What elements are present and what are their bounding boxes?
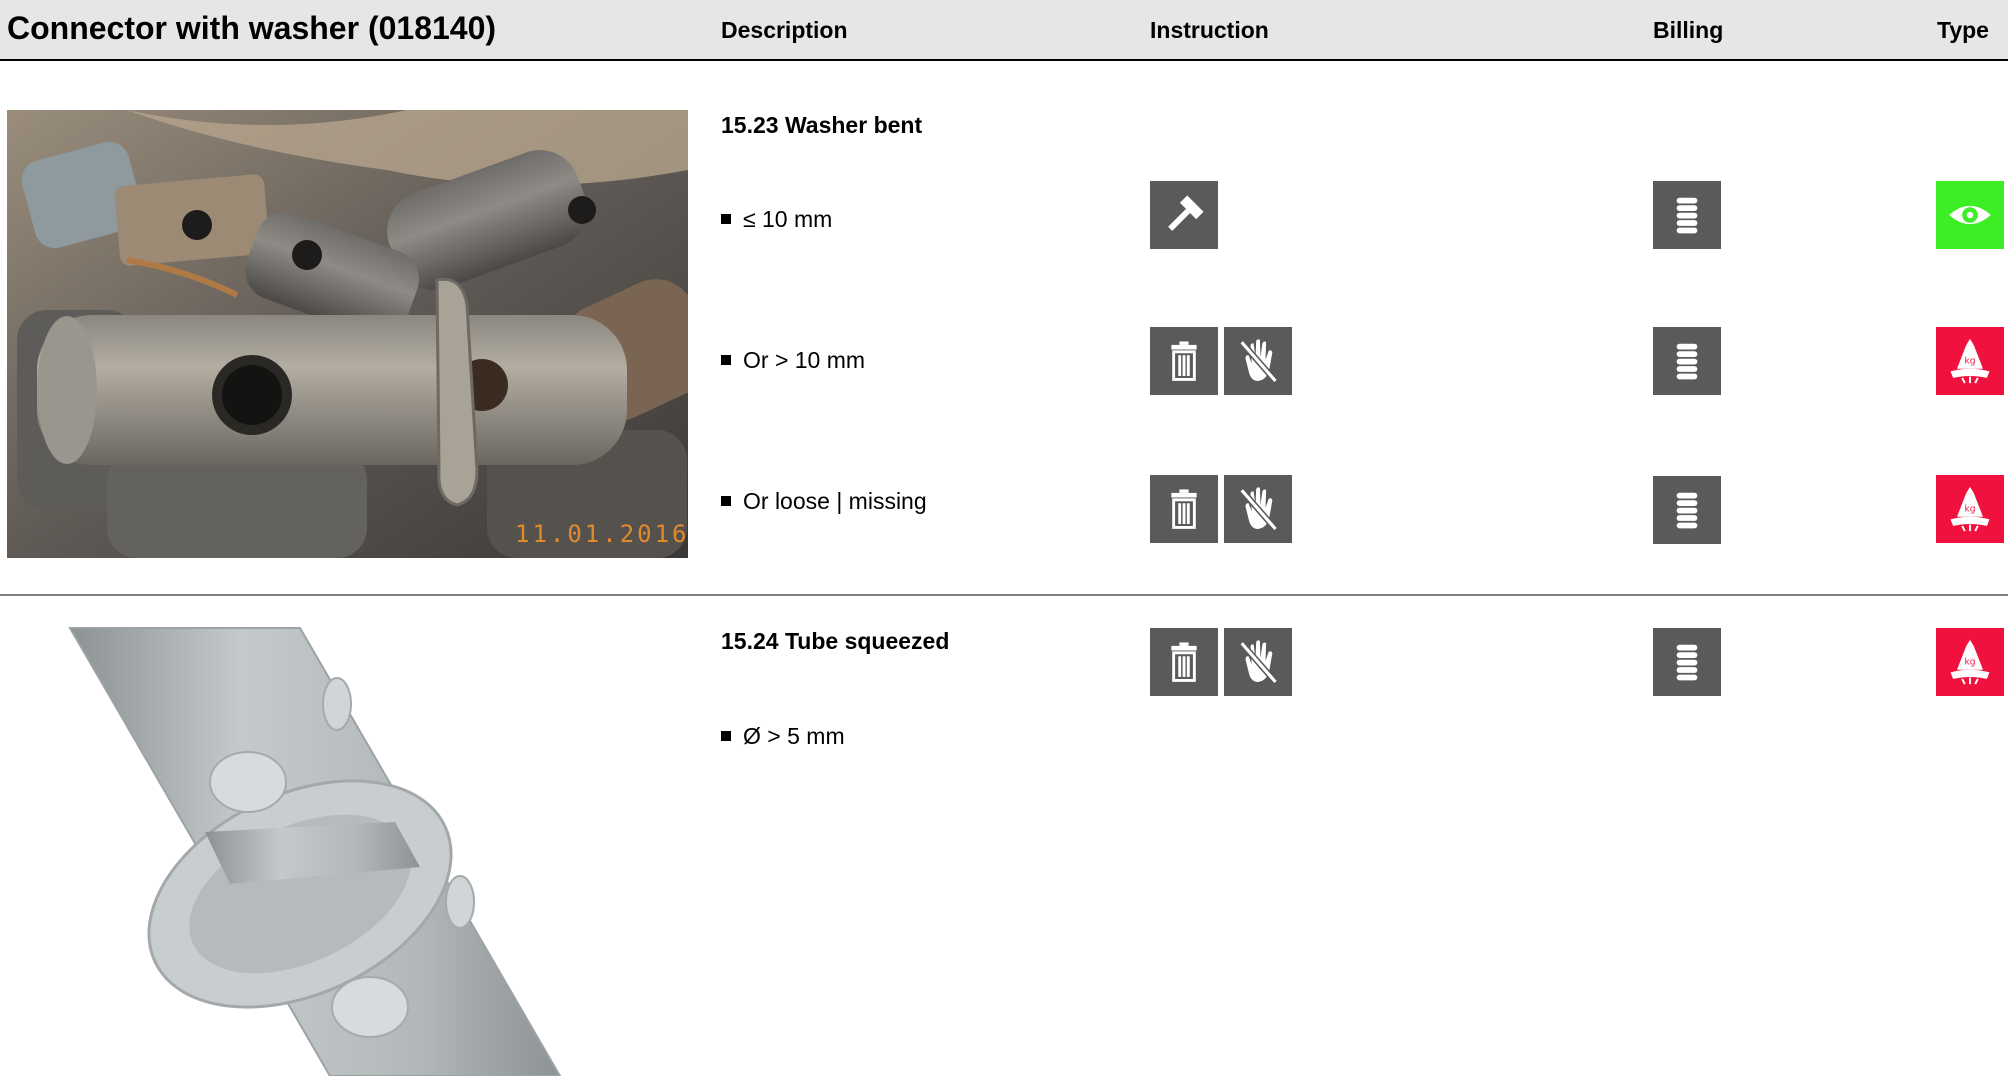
page-title: Connector with washer (018140) bbox=[7, 10, 497, 46]
bullet-icon bbox=[721, 495, 731, 506]
list-item-text: Or loose | missing bbox=[743, 488, 927, 514]
bullet-icon bbox=[721, 213, 731, 224]
bullet-icon bbox=[721, 730, 731, 741]
list-item: ≤ 10 mm bbox=[721, 206, 832, 233]
tube-squeezed-drawing bbox=[0, 622, 700, 1076]
coins-icon bbox=[1653, 181, 1721, 249]
bullet-icon bbox=[721, 354, 731, 365]
eye-icon bbox=[1936, 181, 2004, 249]
list-item: Or loose | missing bbox=[721, 488, 927, 515]
column-header-description: Description bbox=[721, 17, 848, 43]
no-touch-icon bbox=[1224, 327, 1292, 395]
coins-icon bbox=[1653, 327, 1721, 395]
trash-icon bbox=[1150, 475, 1218, 543]
section-heading-tube-squeezed: 15.24 Tube squeezed bbox=[721, 628, 950, 654]
column-header-instruction: Instruction bbox=[1150, 17, 1269, 43]
scrap-weight-icon bbox=[1936, 327, 2004, 395]
coins-icon bbox=[1653, 476, 1721, 544]
hammer-icon bbox=[1150, 181, 1218, 249]
list-item: Or > 10 mm bbox=[721, 347, 865, 374]
table-header: Connector with washer (018140) Descripti… bbox=[0, 0, 2008, 61]
column-header-type: Type bbox=[1937, 17, 1989, 43]
section-divider bbox=[0, 594, 2008, 596]
column-header-billing: Billing bbox=[1653, 17, 1724, 43]
list-item-text: Or > 10 mm bbox=[743, 347, 866, 373]
no-touch-icon bbox=[1224, 475, 1292, 543]
coins-icon bbox=[1653, 628, 1721, 696]
photo-date-stamp: 11.01.2016 bbox=[515, 520, 688, 548]
list-item-text: Ø > 5 mm bbox=[743, 723, 845, 749]
scrap-weight-icon bbox=[1936, 628, 2004, 696]
trash-icon bbox=[1150, 628, 1218, 696]
section-heading-washer-bent: 15.23 Washer bent bbox=[721, 112, 923, 138]
scrap-weight-icon bbox=[1936, 475, 2004, 543]
trash-icon bbox=[1150, 327, 1218, 395]
washer-bent-photo: 11.01.2016 bbox=[7, 110, 688, 558]
list-item-text: ≤ 10 mm bbox=[743, 206, 833, 232]
list-item: Ø > 5 mm bbox=[721, 723, 845, 750]
no-touch-icon bbox=[1224, 628, 1292, 696]
